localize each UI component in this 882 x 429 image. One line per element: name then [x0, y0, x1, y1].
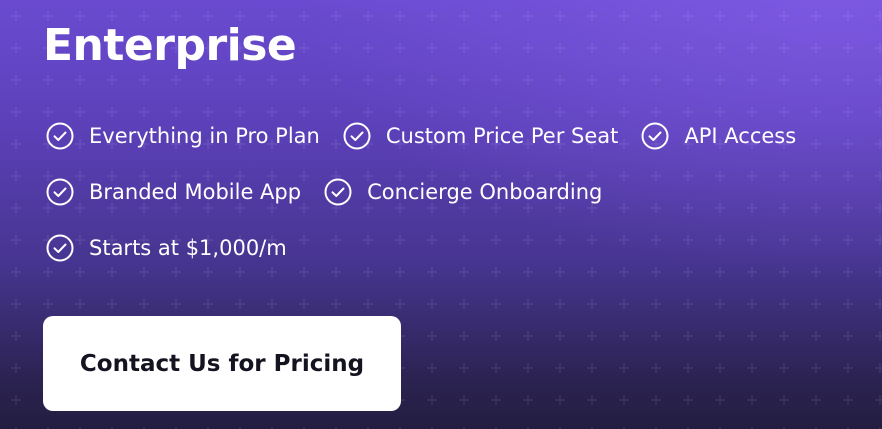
feature-label: Custom Price Per Seat — [385, 124, 619, 148]
plan-title: Enterprise — [43, 20, 297, 71]
feature-item: Concierge Onboarding — [323, 177, 602, 207]
enterprise-plan-card: Enterprise Everything in Pro Plan Custom … — [0, 0, 882, 429]
feature-item: API Access — [640, 121, 796, 151]
check-circle-icon — [342, 121, 372, 151]
check-circle-icon — [45, 233, 75, 263]
check-circle-icon — [45, 177, 75, 207]
feature-item: Custom Price Per Seat — [342, 121, 619, 151]
feature-item: Everything in Pro Plan — [45, 121, 320, 151]
feature-list: Everything in Pro Plan Custom Price Per S… — [45, 118, 865, 286]
check-circle-icon — [323, 177, 353, 207]
check-circle-icon — [45, 121, 75, 151]
check-circle-icon — [640, 121, 670, 151]
feature-row: Everything in Pro Plan Custom Price Per S… — [45, 118, 865, 154]
feature-row: Branded Mobile App Concierge Onboarding — [45, 174, 865, 210]
feature-item: Starts at $1,000/m — [45, 233, 287, 263]
feature-label: Concierge Onboarding — [367, 180, 603, 204]
feature-label: Starts at $1,000/m — [89, 236, 287, 260]
feature-label: Everything in Pro Plan — [89, 124, 320, 148]
feature-label: API Access — [684, 124, 797, 148]
contact-us-button[interactable]: Contact Us for Pricing — [43, 316, 401, 411]
feature-row: Starts at $1,000/m — [45, 230, 865, 266]
feature-item: Branded Mobile App — [45, 177, 301, 207]
feature-label: Branded Mobile App — [89, 180, 302, 204]
